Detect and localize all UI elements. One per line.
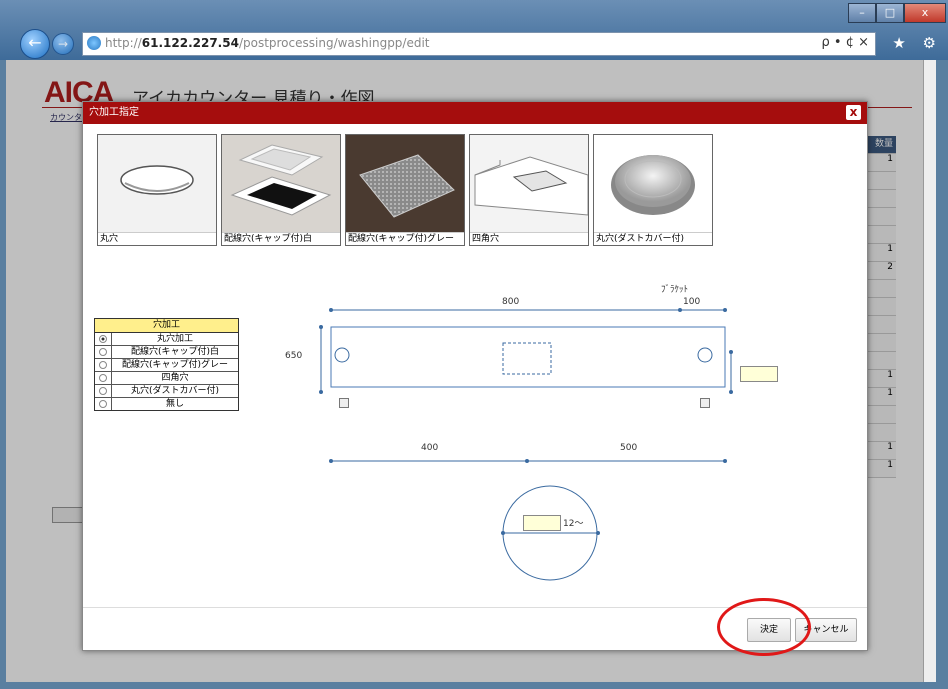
right-hole-checkbox[interactable] xyxy=(700,398,710,408)
dim-point xyxy=(678,308,682,312)
dim-point xyxy=(525,459,529,463)
left-round-hole xyxy=(334,347,350,363)
dim-point xyxy=(319,390,323,394)
browser-tool-icons[interactable]: ⌂ ★ ⚙ xyxy=(866,34,942,52)
minimize-button[interactable]: – xyxy=(848,3,876,23)
width-dimension: 800 xyxy=(502,297,520,307)
dim-point xyxy=(723,308,727,312)
dim-point xyxy=(729,350,733,354)
page-scrollbar[interactable] xyxy=(923,60,936,682)
sink-cutout-dashed xyxy=(502,342,552,375)
bracket-label: ﾌﾞﾗｹｯﾄ xyxy=(661,285,689,295)
highlight-circle-annotation xyxy=(717,598,811,656)
dim-point xyxy=(596,531,600,535)
dim-point xyxy=(319,325,323,329)
hole-diameter-suffix: 12〜 xyxy=(563,519,584,529)
countertop-rectangle xyxy=(330,326,726,388)
page-favicon-icon xyxy=(87,36,101,50)
window-controls: – □ x xyxy=(848,3,946,23)
dim-point xyxy=(501,531,505,535)
maximize-button[interactable]: □ xyxy=(876,3,904,23)
url-text: http://61.122.227.54/postprocessing/wash… xyxy=(105,36,430,50)
dim-point xyxy=(329,459,333,463)
right-round-hole xyxy=(697,347,713,363)
dim-point xyxy=(723,459,727,463)
address-bar[interactable]: http://61.122.227.54/postprocessing/wash… xyxy=(82,32,876,56)
left-hole-checkbox[interactable] xyxy=(339,398,349,408)
right-position-dimension: 500 xyxy=(620,443,638,453)
dim-point xyxy=(729,390,733,394)
dim-point xyxy=(329,308,333,312)
forward-button[interactable]: → xyxy=(52,33,74,55)
bracket-dimension: 100 xyxy=(683,297,701,307)
bracket-input[interactable] xyxy=(740,366,778,382)
close-window-button[interactable]: x xyxy=(904,3,946,23)
left-position-dimension: 400 xyxy=(421,443,439,453)
navigation-row: ← → http://61.122.227.54/postprocessing/… xyxy=(0,29,948,59)
hole-processing-dialog: 穴加工指定 x 丸穴 配線穴(キャップ付)白 配線穴(キャップ付)グレー 四角穴… xyxy=(82,101,868,656)
hole-diameter-input[interactable] xyxy=(523,515,561,531)
depth-dimension: 650 xyxy=(285,351,303,361)
back-button[interactable]: ← xyxy=(20,29,50,59)
browser-titlebar: – □ x ← → http://61.122.227.54/postproce… xyxy=(0,0,948,60)
address-controls[interactable]: ρ • ¢ × xyxy=(822,35,869,50)
